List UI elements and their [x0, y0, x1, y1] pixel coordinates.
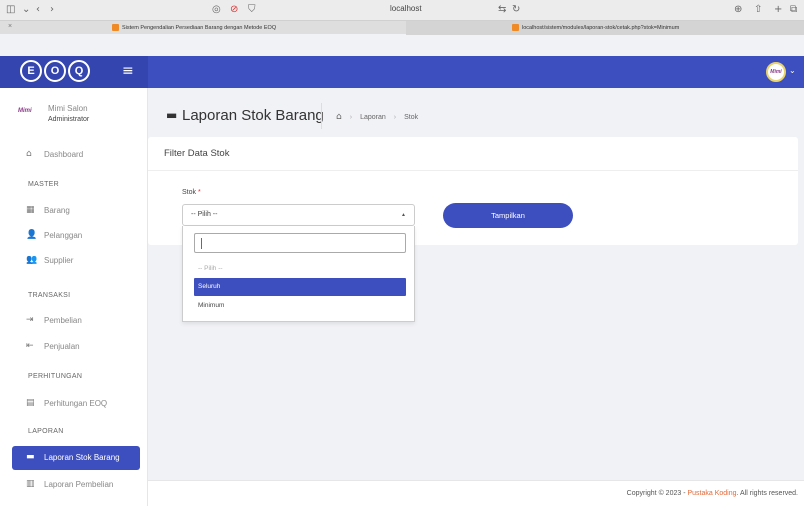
chevron-down-icon[interactable]: ⌄	[789, 66, 796, 75]
sign-out-icon: ⇤	[26, 341, 34, 351]
stok-select[interactable]: -- Pilih -- ▲	[182, 204, 415, 226]
favicon-icon	[112, 24, 119, 32]
dropdown-option-minimum[interactable]: Minimum	[194, 297, 406, 315]
translate-icon[interactable]: ⇆	[498, 4, 506, 16]
tab-app[interactable]: Sistem Pengendalian Persediaan Barang de…	[112, 21, 276, 35]
address-bar[interactable]: localhost	[390, 4, 422, 13]
dropdown-option-seluruh[interactable]: Seluruh	[194, 278, 406, 296]
stok-label: Stok *	[182, 189, 201, 196]
breadcrumb-separator: ›	[393, 113, 397, 121]
sign-in-icon: ⇥	[26, 315, 34, 325]
shield-icon[interactable]: ⛉	[248, 4, 256, 16]
close-tab-icon[interactable]: ×	[8, 20, 12, 34]
favicon-icon	[512, 24, 519, 32]
users-icon: 👥	[26, 255, 38, 265]
eoq-logo[interactable]: E O Q	[20, 60, 90, 84]
file-text-icon: ▥	[26, 479, 35, 489]
breadcrumb: ⌂ › Laporan › Stok	[336, 112, 418, 122]
box-icon: ▦	[26, 205, 35, 215]
sidebar-item-pelanggan[interactable]: 👤 Pelanggan	[0, 225, 148, 247]
sidebar-toggle-icon[interactable]: ◫	[6, 4, 15, 16]
section-master: MASTER	[28, 181, 59, 188]
new-tab-icon[interactable]: +	[774, 4, 782, 16]
card-title: Filter Data Stok	[164, 148, 230, 159]
tabs-overview-icon[interactable]: ⧉	[790, 4, 797, 16]
calculator-icon: ▤	[26, 398, 35, 408]
dropdown-search-input[interactable]	[194, 233, 406, 253]
browser-tab-row: Sistem Pengendalian Persediaan Barang de…	[0, 20, 804, 35]
page-title: Laporan Stok Barang	[182, 107, 324, 124]
tab-print-report[interactable]: localhost/sistem/modules/laporan-stok/ce…	[406, 21, 804, 35]
required-mark: *	[197, 189, 201, 196]
dropdown-option-pilih[interactable]: -- Pilih --	[194, 260, 406, 278]
footer: Copyright © 2023 - Pustaka Koding. All r…	[148, 480, 804, 506]
share-icon[interactable]: ⇧	[754, 4, 762, 16]
reload-icon[interactable]: ↻	[512, 4, 520, 16]
sidebar-item-perhitungan-eoq[interactable]: ▤ Perhitungan EOQ	[0, 393, 148, 415]
file-icon: ▬	[166, 108, 178, 122]
user-role: Administrator	[48, 116, 90, 123]
sidebar-item-laporan-stok[interactable]: ▬ Laporan Stok Barang	[12, 446, 140, 470]
text-cursor	[201, 238, 202, 249]
home-icon[interactable]: ⌂	[336, 112, 342, 122]
sidebar-item-pembelian[interactable]: ⇥ Pembelian	[0, 310, 148, 332]
hamburger-menu-icon[interactable]: ≡	[122, 63, 136, 79]
breadcrumb-separator: ›	[349, 113, 353, 121]
browser-top-row: ◫ ⌄ ‹ › ◎ ⊘ ⛉ localhost ⇆ ↻ ⊕ ⇧ + ⧉	[0, 0, 804, 20]
user-logo: Mimi	[18, 108, 32, 114]
home-icon: ⌂	[26, 149, 32, 159]
title-divider	[321, 103, 322, 129]
brand-link[interactable]: Pustaka Koding	[687, 490, 736, 497]
download-icon[interactable]: ⊕	[734, 4, 742, 16]
chevron-down-icon[interactable]: ⌄	[22, 4, 30, 16]
section-laporan: LAPORAN	[28, 428, 64, 435]
sidebar-item-dashboard[interactable]: ⌂ Dashboard	[0, 144, 148, 166]
file-icon: ▬	[26, 452, 35, 462]
sidebar-item-barang[interactable]: ▦ Barang	[0, 200, 148, 222]
select-value: -- Pilih --	[191, 211, 218, 218]
forward-icon[interactable]: ›	[50, 4, 54, 16]
privacy-icon[interactable]: ◎	[212, 4, 221, 16]
user-icon: 👤	[26, 230, 38, 240]
copyright-text: Copyright © 2023 - Pustaka Koding. All r…	[626, 490, 798, 497]
user-profile: Mimi Mimi Salon Administrator	[10, 102, 140, 132]
breadcrumb-stok: Stok	[404, 113, 419, 121]
sidebar: Mimi Mimi Salon Administrator ⌂ Dashboar…	[0, 88, 148, 506]
sidebar-item-penjualan[interactable]: ⇤ Penjualan	[0, 336, 148, 358]
stok-dropdown: -- Pilih -- Seluruh Minimum	[182, 226, 415, 322]
sidebar-item-laporan-pembelian[interactable]: ▥ Laporan Pembelian	[0, 474, 148, 496]
section-transaksi: TRANSAKSI	[28, 292, 71, 299]
block-icon[interactable]: ⊘	[230, 4, 238, 16]
card-divider	[148, 170, 798, 171]
tampilkan-button[interactable]: Tampilkan	[443, 203, 573, 228]
back-icon[interactable]: ‹	[36, 4, 40, 16]
avatar[interactable]: Mimi	[766, 62, 786, 82]
section-perhitungan: PERHITUNGAN	[28, 373, 83, 380]
user-name: Mimi Salon	[48, 104, 88, 113]
breadcrumb-laporan[interactable]: Laporan	[360, 114, 386, 121]
caret-up-icon: ▲	[401, 212, 406, 218]
sidebar-item-supplier[interactable]: 👥 Supplier	[0, 250, 148, 272]
